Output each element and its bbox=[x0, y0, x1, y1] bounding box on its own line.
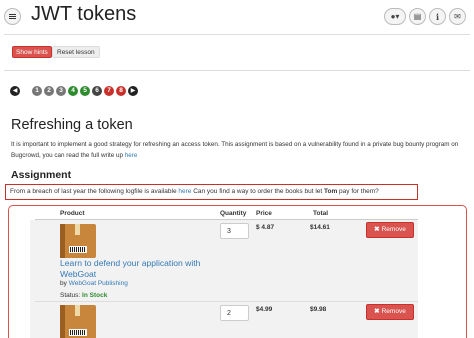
page-link-5[interactable]: 5 bbox=[80, 86, 90, 96]
close-icon: ✖ bbox=[374, 308, 380, 315]
remove-label: Remove bbox=[381, 308, 406, 315]
lesson-intro-text: It is important to implement a good stra… bbox=[11, 141, 459, 159]
lesson-heading: Refreshing a token bbox=[11, 117, 133, 133]
divider bbox=[4, 70, 470, 71]
assignment-text-pre: From a breach of last year the following… bbox=[10, 188, 179, 195]
user-menu-button[interactable]: ●▾ bbox=[384, 8, 406, 25]
assignment-box: From a breach of last year the following… bbox=[5, 184, 418, 200]
page-link-1[interactable]: 1 bbox=[32, 86, 42, 96]
unit-price: $4.99 bbox=[256, 306, 273, 313]
quantity-input[interactable] bbox=[220, 223, 249, 239]
product-author: by WebGoat Publishing bbox=[60, 280, 128, 287]
quantity-input[interactable] bbox=[220, 305, 249, 321]
reset-lesson-button[interactable]: Reset lesson bbox=[52, 46, 100, 58]
assignment-text-post: pay for them? bbox=[337, 188, 379, 195]
unit-price: $ 4.87 bbox=[256, 224, 275, 231]
status-badge: In Stock bbox=[82, 292, 108, 299]
page-title: JWT tokens bbox=[31, 3, 137, 25]
info-button[interactable]: i bbox=[429, 8, 446, 25]
menu-button[interactable] bbox=[4, 8, 21, 25]
book-cover-image bbox=[60, 224, 96, 258]
next-page-button[interactable]: ▶ bbox=[128, 86, 138, 96]
page-link-8[interactable]: 8 bbox=[116, 86, 126, 96]
status-label: Status: bbox=[60, 292, 81, 299]
arrow-right-icon: ▶ bbox=[130, 88, 136, 94]
divider bbox=[4, 34, 470, 35]
product-title-link[interactable]: Learn to defend your application with We… bbox=[60, 258, 230, 280]
page-link-4[interactable]: 4 bbox=[68, 86, 78, 96]
table-header-divider bbox=[35, 219, 418, 220]
publisher-link[interactable]: WebGoat Publishing bbox=[69, 280, 128, 287]
write-up-link[interactable]: here bbox=[125, 152, 138, 159]
row-divider bbox=[35, 301, 418, 302]
remove-item-button[interactable]: ✖ Remove bbox=[366, 304, 414, 320]
logfile-link[interactable]: here bbox=[178, 188, 191, 195]
lesson-pagination: ◀ 1 2 3 4 5 6 7 8 ▶ bbox=[10, 86, 138, 96]
column-header-total: Total bbox=[313, 210, 329, 217]
page-link-3[interactable]: 3 bbox=[56, 86, 66, 96]
page-link-2[interactable]: 2 bbox=[44, 86, 54, 96]
lesson-intro: It is important to implement a good stra… bbox=[11, 140, 466, 161]
remove-item-button[interactable]: ✖ Remove bbox=[366, 222, 414, 238]
assignment-heading: Assignment bbox=[11, 169, 72, 181]
assignment-text-bold: Tom bbox=[324, 188, 338, 195]
previous-page-button[interactable]: ◀ bbox=[10, 86, 20, 96]
info-icon: i bbox=[435, 11, 440, 22]
barcode-icon bbox=[69, 246, 87, 253]
show-hints-button[interactable]: Show hints bbox=[12, 46, 52, 58]
envelope-button[interactable]: ✉ bbox=[449, 8, 466, 25]
product-status: Status: In Stock bbox=[60, 292, 107, 299]
line-total: $9.98 bbox=[310, 306, 327, 313]
page-link-7[interactable]: 7 bbox=[104, 86, 114, 96]
envelope-icon: ✉ bbox=[454, 12, 461, 21]
assignment-text-mid: Can you find a way to order the books bu… bbox=[191, 188, 324, 195]
book-cover-image bbox=[60, 305, 96, 338]
user-icon: ●▾ bbox=[390, 12, 400, 21]
column-header-price: Price bbox=[256, 210, 272, 217]
barcode-icon bbox=[69, 329, 87, 336]
column-header-product: Product bbox=[60, 210, 85, 217]
remove-label: Remove bbox=[381, 226, 406, 233]
image-button[interactable]: ▤ bbox=[409, 8, 426, 25]
top-toolbar: ●▾ ▤ i ✉ bbox=[384, 8, 466, 25]
author-prefix: by bbox=[60, 280, 67, 287]
arrow-left-icon: ◀ bbox=[12, 88, 18, 94]
image-icon: ▤ bbox=[413, 12, 422, 21]
menu-icon bbox=[9, 16, 16, 17]
close-icon: ✖ bbox=[374, 226, 380, 233]
page-link-6[interactable]: 6 bbox=[92, 86, 102, 96]
line-total: $14.61 bbox=[310, 224, 330, 231]
column-header-quantity: Quantity bbox=[220, 210, 247, 217]
